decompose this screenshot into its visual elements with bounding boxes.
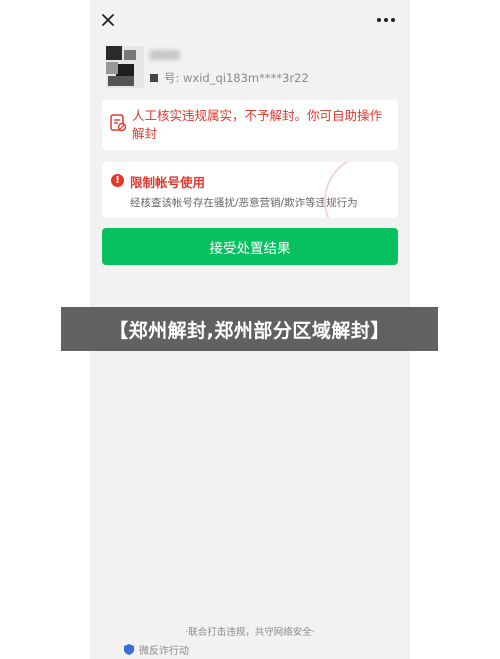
wxid-line: 号: wxid_qi183m****3r22	[150, 70, 309, 86]
more-dots-icon	[377, 18, 395, 22]
close-button[interactable]	[96, 8, 120, 32]
restriction-description: 经核查该帐号存在骚扰/恶意营销/欺诈等违规行为	[130, 197, 358, 209]
restriction-card: ! 限制帐号使用 经核查该帐号存在骚扰/恶意营销/欺诈等违规行为	[102, 162, 398, 218]
redaction-mask	[150, 74, 158, 82]
close-icon	[102, 14, 114, 26]
banner-text: 【郑州解封,郑州部分区域解封】	[109, 319, 390, 342]
account-lock-icon	[110, 114, 126, 132]
notice-card: 人工核实违规属实，不予解封。你可自助操作解封	[102, 100, 398, 150]
wxid-text: 号: wxid_qi183m****3r22	[164, 71, 309, 85]
footer-brand: 微反诈行动	[124, 642, 189, 657]
more-button[interactable]	[372, 8, 400, 32]
footer-brand-label: 微反诈行动	[139, 646, 189, 657]
profile-section: 号: wxid_qi183m****3r22	[102, 46, 402, 94]
top-bar	[90, 0, 410, 42]
avatar	[106, 46, 144, 88]
shield-icon	[124, 644, 134, 655]
footer-slogan: ·联合打击违规，共守网络安全·	[185, 627, 315, 638]
alert-icon: !	[111, 174, 124, 187]
nickname-blurred	[150, 50, 180, 60]
accept-result-button[interactable]: 接受处置结果	[102, 228, 398, 265]
restriction-title: 限制帐号使用	[130, 175, 206, 190]
notice-text: 人工核实违规属实，不予解封。你可自助操作解封	[132, 108, 383, 141]
title-banner: 【郑州解封,郑州部分区域解封】	[61, 307, 438, 351]
